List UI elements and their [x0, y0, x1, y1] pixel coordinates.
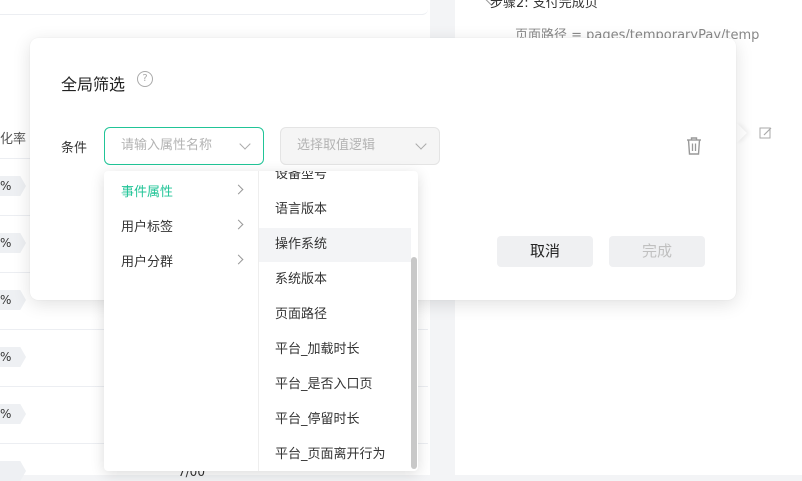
- cancel-button[interactable]: 取消: [497, 236, 593, 267]
- popover-title: 全局筛选: [61, 75, 126, 94]
- option-page-path[interactable]: 页面路径: [259, 298, 411, 332]
- conversion-rate-cell: %: [0, 347, 26, 367]
- chevron-down-icon: [415, 138, 427, 150]
- option-device-model[interactable]: 设备型号: [259, 171, 411, 192]
- option-page-leave-behavior[interactable]: 平台_页面离开行为: [259, 438, 411, 471]
- category-user-tags[interactable]: 用户标签: [121, 216, 251, 236]
- funnel-step-title: 步骤2: 支付完成页: [490, 0, 598, 11]
- done-button[interactable]: 完成: [609, 236, 705, 267]
- conversion-rate-column-header: 化率: [0, 132, 27, 147]
- conversion-rate-cell: [0, 461, 26, 481]
- option-language-version[interactable]: 语言版本: [259, 193, 411, 227]
- conversion-rate-cell: %: [0, 233, 26, 253]
- option-is-entry-page[interactable]: 平台_是否入口页: [259, 368, 411, 402]
- chevron-right-icon: [233, 184, 244, 195]
- option-system-version[interactable]: 系统版本: [259, 263, 411, 297]
- category-event-attributes[interactable]: 事件属性: [121, 181, 251, 201]
- option-operating-system[interactable]: 操作系统: [259, 228, 411, 262]
- trash-icon[interactable]: [685, 136, 703, 156]
- chevron-right-icon: [233, 254, 244, 265]
- attribute-cascader-dropdown: 事件属性 用户标签 用户分群 设备型号 语言版本 操作系统 系统版本 页面路径 …: [104, 171, 418, 471]
- dropdown-scrollbar[interactable]: [411, 257, 417, 469]
- chevron-down-icon: [239, 138, 251, 150]
- conversion-rate-cell: %: [0, 404, 26, 424]
- edit-icon[interactable]: [759, 126, 773, 140]
- value-logic-select[interactable]: 选择取值逻辑: [280, 127, 440, 165]
- logic-select-placeholder: 选择取值逻辑: [297, 138, 376, 153]
- category-user-segments[interactable]: 用户分群: [121, 251, 251, 271]
- help-icon[interactable]: ?: [137, 71, 153, 87]
- attribute-name-select[interactable]: 请输入属性名称: [104, 127, 264, 165]
- condition-label: 条件: [61, 141, 88, 156]
- option-stay-duration[interactable]: 平台_停留时长: [259, 403, 411, 437]
- conversion-rate-cell: %: [0, 176, 26, 196]
- cascader-option-column[interactable]: 设备型号 语言版本 操作系统 系统版本 页面路径 平台_加载时长 平台_是否入口…: [259, 171, 418, 471]
- chevron-right-icon: [233, 219, 244, 230]
- background-top-card: [0, 0, 428, 15]
- attribute-select-placeholder: 请输入属性名称: [121, 138, 213, 153]
- conversion-rate-cell: %: [0, 290, 26, 310]
- cascader-category-column: 事件属性 用户标签 用户分群: [104, 171, 259, 471]
- option-load-duration[interactable]: 平台_加载时长: [259, 333, 411, 367]
